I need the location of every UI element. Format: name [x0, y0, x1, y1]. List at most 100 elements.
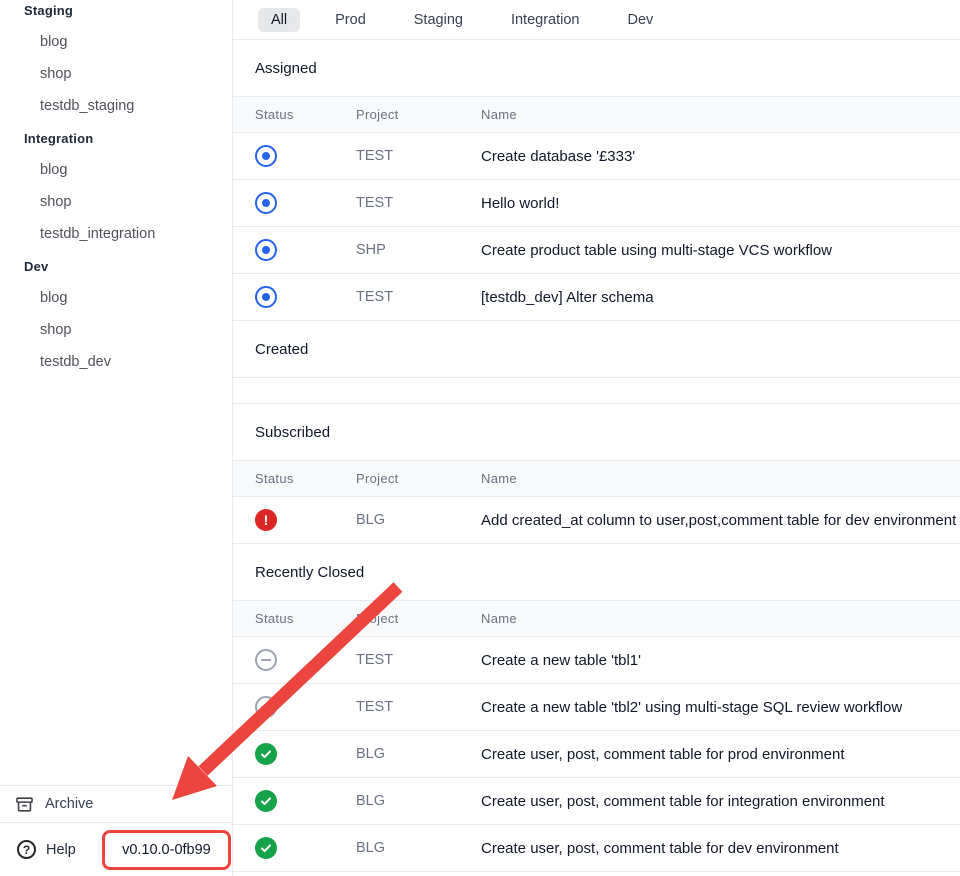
- status-open-icon: [255, 286, 277, 308]
- section-recently-closed: Recently ClosedStatusProjectNameTESTCrea…: [233, 544, 960, 872]
- status-done-icon: [255, 743, 277, 765]
- issue-row[interactable]: TESTCreate database '£333': [233, 133, 960, 180]
- column-header-status: Status: [233, 471, 356, 486]
- issue-project-cell: BLG: [356, 793, 481, 809]
- issue-name-cell: Create database '£333': [481, 148, 960, 165]
- environment-tabbar: All Prod Staging Integration Dev: [233, 0, 960, 40]
- version-badge annotation-highlight-box: v0.10.0-0fb99: [102, 830, 231, 870]
- table-header: StatusProjectName: [233, 96, 960, 133]
- issue-project-cell: TEST: [356, 652, 481, 668]
- section-created: Created: [233, 321, 960, 404]
- column-header-project: Project: [356, 471, 481, 486]
- tab-all[interactable]: All: [258, 8, 300, 32]
- issue-name-cell: Create user, post, comment table for int…: [481, 793, 960, 810]
- section-assigned: AssignedStatusProjectNameTESTCreate data…: [233, 40, 960, 321]
- issue-status-cell: [233, 286, 356, 308]
- status-open-icon: [255, 192, 277, 214]
- issue-row[interactable]: TESTCreate a new table 'tbl2' using mult…: [233, 684, 960, 731]
- sidebar-db-testdb-staging[interactable]: testdb_staging: [0, 90, 232, 122]
- section-title-recently-closed: Recently Closed: [233, 544, 960, 600]
- help-label: Help: [46, 842, 76, 858]
- issue-project-cell: TEST: [356, 699, 481, 715]
- issue-status-cell: [233, 239, 356, 261]
- issue-row[interactable]: TEST[testdb_dev] Alter schema: [233, 274, 960, 321]
- issue-name-cell: Create user, post, comment table for pro…: [481, 746, 960, 763]
- empty-issue-list: [233, 377, 960, 404]
- issue-sections: AssignedStatusProjectNameTESTCreate data…: [233, 40, 960, 872]
- issue-name-cell: Add created_at column to user,post,comme…: [481, 512, 960, 529]
- issue-status-cell: [233, 837, 356, 859]
- section-title-created: Created: [233, 321, 960, 377]
- main-content: AllProdStagingIntegrationDev AssignedSta…: [233, 0, 960, 876]
- issue-status-cell: [233, 145, 356, 167]
- sidebar-db-testdb-integration[interactable]: testdb_integration: [0, 218, 232, 250]
- issue-status-cell: !: [233, 509, 356, 531]
- sidebar-env-integration: Integration: [0, 122, 232, 154]
- column-header-project: Project: [356, 611, 481, 626]
- issue-project-cell: BLG: [356, 746, 481, 762]
- sidebar-db-shop[interactable]: shop: [0, 186, 232, 218]
- sidebar-env-dev: Dev: [0, 250, 232, 282]
- issue-name-cell: Create a new table 'tbl1': [481, 652, 960, 669]
- tab-prod[interactable]: Prod: [322, 8, 379, 32]
- issue-name-cell: Create a new table 'tbl2' using multi-st…: [481, 699, 960, 716]
- issue-name-cell: Create user, post, comment table for dev…: [481, 840, 960, 857]
- issue-row[interactable]: BLGCreate user, post, comment table for …: [233, 731, 960, 778]
- column-header-status: Status: [233, 107, 356, 122]
- sidebar-db-shop[interactable]: shop: [0, 58, 232, 90]
- status-canceled-icon: [255, 649, 277, 671]
- issue-row[interactable]: BLGCreate user, post, comment table for …: [233, 778, 960, 825]
- issue-status-cell: [233, 790, 356, 812]
- sidebar-db-testdb-dev[interactable]: testdb_dev: [0, 346, 232, 378]
- status-open-icon: [255, 239, 277, 261]
- version-text: v0.10.0-0fb99: [122, 842, 211, 858]
- issue-row[interactable]: SHPCreate product table using multi-stag…: [233, 227, 960, 274]
- tab-staging[interactable]: Staging: [401, 8, 476, 32]
- issue-name-cell: Create product table using multi-stage V…: [481, 242, 960, 259]
- status-done-icon: [255, 790, 277, 812]
- sidebar-item-help[interactable]: ? Help v0.10.0-0fb99: [0, 822, 232, 876]
- issue-project-cell: TEST: [356, 289, 481, 305]
- issue-name-cell: [testdb_dev] Alter schema: [481, 289, 960, 306]
- table-header: StatusProjectName: [233, 460, 960, 497]
- issue-status-cell: [233, 649, 356, 671]
- sidebar-db-blog[interactable]: blog: [0, 26, 232, 58]
- status-open-icon: [255, 145, 277, 167]
- issue-row[interactable]: BLGCreate user, post, comment table for …: [233, 825, 960, 872]
- column-header-name: Name: [481, 611, 960, 626]
- issue-row[interactable]: ! BLGAdd created_at column to user,post,c…: [233, 497, 960, 544]
- sidebar-db-blog[interactable]: blog: [0, 282, 232, 314]
- issue-project-cell: BLG: [356, 840, 481, 856]
- status-done-icon: [255, 837, 277, 859]
- tab-integration[interactable]: Integration: [498, 8, 593, 32]
- status-canceled-icon: [255, 696, 277, 718]
- section-subscribed: SubscribedStatusProjectName!BLGAdd creat…: [233, 404, 960, 544]
- sidebar-item-archive[interactable]: Archive: [0, 785, 232, 822]
- issue-project-cell: BLG: [356, 512, 481, 528]
- sidebar: Stagingblogshoptestdb_stagingIntegration…: [0, 0, 233, 876]
- issue-row[interactable]: TESTCreate a new table 'tbl1': [233, 637, 960, 684]
- column-header-name: Name: [481, 107, 960, 122]
- column-header-project: Project: [356, 107, 481, 122]
- issue-project-cell: TEST: [356, 148, 481, 164]
- section-title-assigned: Assigned: [233, 40, 960, 96]
- issue-project-cell: SHP: [356, 242, 481, 258]
- column-header-name: Name: [481, 471, 960, 486]
- sidebar-db-blog[interactable]: blog: [0, 154, 232, 186]
- status-error-icon: !: [255, 509, 277, 531]
- tab-dev[interactable]: Dev: [614, 8, 666, 32]
- issue-row[interactable]: TESTHello world!: [233, 180, 960, 227]
- sidebar-bottom: Archive ? Help v0.10.0-0fb99: [0, 785, 232, 876]
- sidebar-db-shop[interactable]: shop: [0, 314, 232, 346]
- column-header-status: Status: [233, 611, 356, 626]
- table-header: StatusProjectName: [233, 600, 960, 637]
- archive-icon: [15, 795, 34, 814]
- issue-project-cell: TEST: [356, 195, 481, 211]
- issue-status-cell: [233, 696, 356, 718]
- archive-label: Archive: [45, 796, 93, 812]
- database-tree: Stagingblogshoptestdb_stagingIntegration…: [0, 0, 232, 378]
- help-icon: ?: [17, 840, 36, 859]
- issue-status-cell: [233, 743, 356, 765]
- section-title-subscribed: Subscribed: [233, 404, 960, 460]
- sidebar-env-staging: Staging: [0, 0, 232, 26]
